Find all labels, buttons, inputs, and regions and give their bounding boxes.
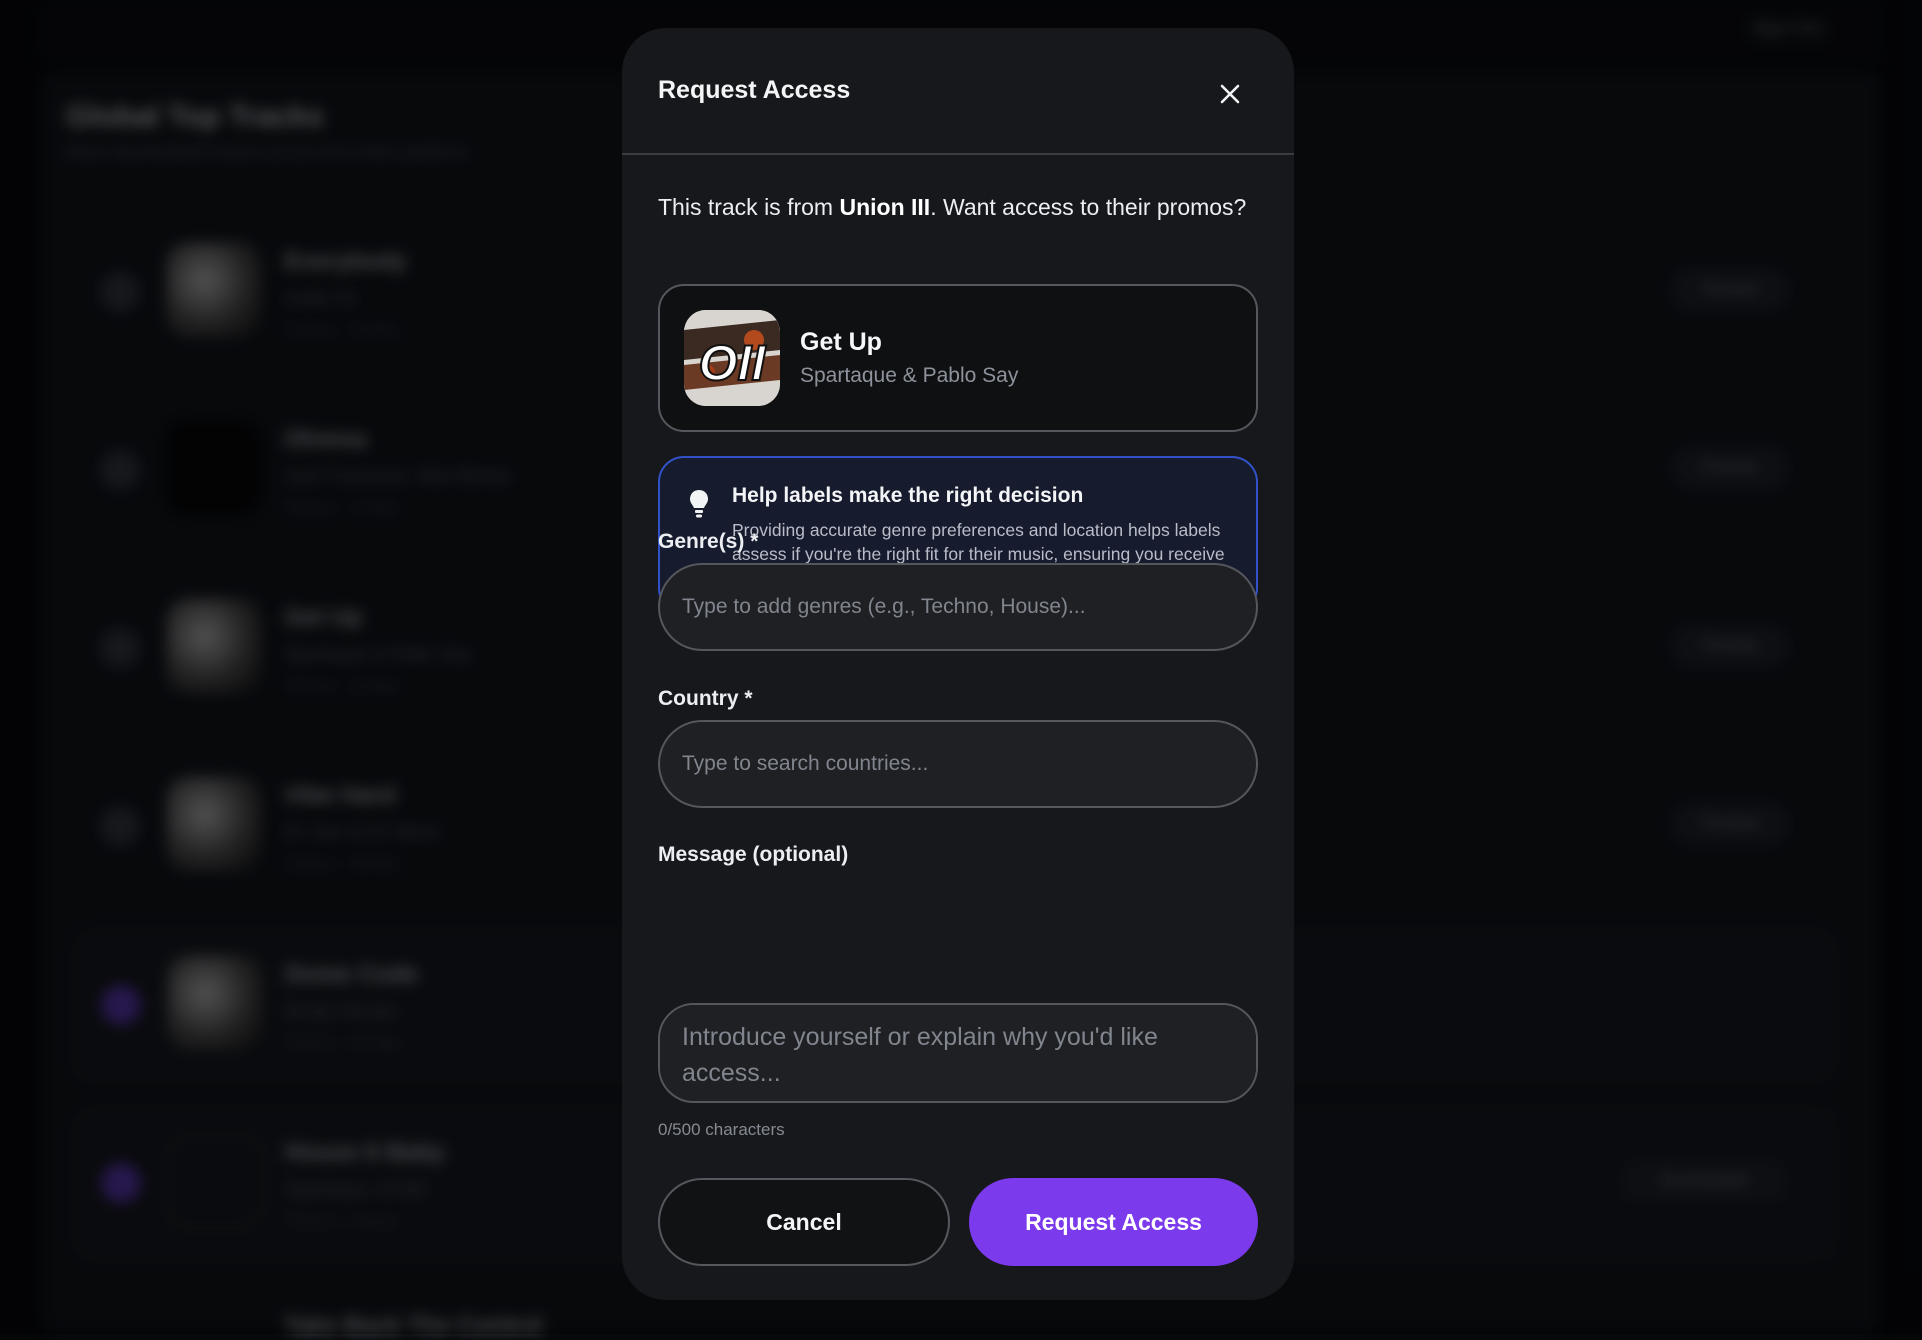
label-name: Union III (839, 194, 931, 220)
intro-prefix: This track is from (658, 194, 840, 220)
svg-text:OII: OII (699, 335, 767, 391)
request-access-button[interactable]: Request Access (969, 1178, 1258, 1266)
message-textarea[interactable] (658, 1003, 1258, 1103)
close-button[interactable] (1208, 72, 1252, 116)
modal-title: Request Access (658, 76, 851, 104)
request-access-modal: Request Access This track is from Union … (622, 28, 1294, 1300)
track-title: Get Up (800, 328, 882, 356)
intro-suffix: . Want access to their promos? (930, 194, 1247, 220)
track-artwork: OII (684, 310, 780, 406)
track-artist: Spartaque & Pablo Say (800, 364, 1019, 387)
modal-header: Request Access (622, 28, 1294, 155)
track-card: OII Get Up Spartaque & Pablo Say (658, 284, 1258, 432)
country-input[interactable] (658, 720, 1258, 808)
cancel-button[interactable]: Cancel (658, 1178, 950, 1266)
close-icon (1220, 84, 1240, 104)
genres-input[interactable] (658, 563, 1258, 651)
genres-label: Genre(s) * (658, 530, 759, 553)
lightbulb-icon (690, 490, 708, 518)
info-callout-title: Help labels make the right decision (732, 484, 1084, 507)
country-label: Country * (658, 687, 753, 710)
character-count: 0/500 characters (658, 1120, 785, 1139)
modal-intro-text: This track is from Union III. Want acces… (658, 190, 1258, 224)
union-iii-logo: OII (684, 310, 780, 406)
message-label: Message (optional) (658, 843, 849, 866)
